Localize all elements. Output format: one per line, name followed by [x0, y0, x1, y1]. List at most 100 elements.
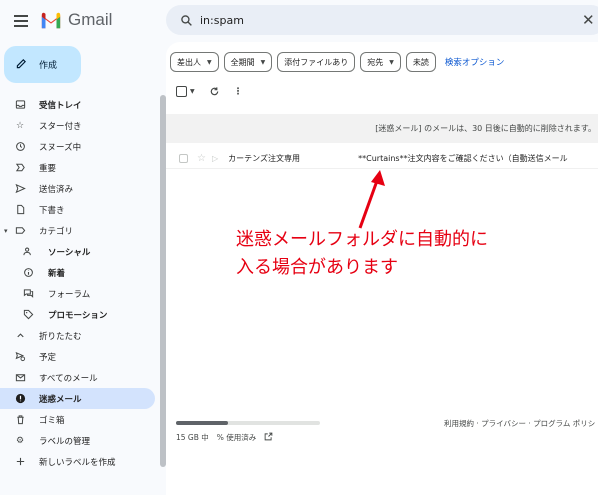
- more-options-button[interactable]: ⋮: [234, 87, 243, 97]
- sidebar-item-scheduled[interactable]: 予定: [0, 346, 155, 367]
- chip-label: 差出人: [177, 57, 201, 67]
- filter-attachment-chip[interactable]: 添付ファイルあり: [277, 52, 356, 72]
- sidebar-item-create-label[interactable]: 新しいラベルを作成: [0, 451, 155, 472]
- sidebar-item-label: ゴミ箱: [39, 415, 65, 426]
- more-vert-icon: ⋮: [233, 86, 243, 97]
- spam-info-banner: [迷惑メール] のメールは、30 日後に自動的に削除されます。: [166, 114, 598, 143]
- sidebar-item-snoozed[interactable]: スヌーズ中: [0, 136, 155, 157]
- sidebar-item-trash[interactable]: ゴミ箱: [0, 409, 155, 430]
- storage-fill: [176, 421, 228, 425]
- compose-button[interactable]: 作成: [4, 46, 81, 83]
- sidebar-item-starred[interactable]: ☆ スター付き: [0, 115, 155, 136]
- filter-to-chip[interactable]: 宛先 ▼: [360, 52, 401, 72]
- label-icon: [14, 225, 26, 237]
- row-checkbox[interactable]: [179, 154, 188, 163]
- compose-label: 作成: [39, 61, 58, 71]
- message-subject: **Curtains**注文内容をご確認ください（自動送信メール: [358, 154, 568, 163]
- plus-icon: [14, 456, 26, 468]
- chip-label: 未読: [412, 57, 429, 67]
- sidebar-item-all-mail[interactable]: すべてのメール: [0, 367, 155, 388]
- dropdown-arrow-icon: ▼: [389, 58, 394, 66]
- refresh-icon: [210, 87, 218, 96]
- search-filter-chips: 差出人 ▼ 全期間 ▼ 添付ファイルあり 宛先 ▼ 未読 検索オプション: [170, 52, 504, 72]
- sidebar-item-label: プロモーション: [48, 310, 108, 321]
- all-mail-icon: [14, 372, 26, 384]
- storage-used: 15 GB 中: [176, 433, 209, 442]
- message-sender: カーテンズ注文専用: [228, 154, 300, 163]
- search-bar[interactable]: ✕: [166, 5, 598, 35]
- open-in-new-icon[interactable]: [264, 432, 273, 443]
- sidebar-item-social[interactable]: ソーシャル: [0, 241, 155, 262]
- sidebar-item-label: スター付き: [39, 121, 82, 132]
- spam-icon: [14, 393, 26, 405]
- sidebar-item-inbox[interactable]: 受信トレイ: [0, 94, 155, 115]
- star-icon: ☆: [15, 120, 25, 131]
- footer-links[interactable]: 利用規約 · プライバシー · プログラム ポリシ: [444, 418, 595, 429]
- caret-down-icon: ▼: [190, 88, 195, 95]
- advanced-search-link[interactable]: 検索オプション: [445, 56, 505, 68]
- annotation-arrow: [358, 170, 385, 229]
- sidebar-item-label: 折りたたむ: [39, 331, 82, 342]
- caret-down-icon[interactable]: ▾: [4, 227, 8, 235]
- annotation-line-2: 入る場合があります: [236, 256, 398, 278]
- gmail-logo[interactable]: Gmail: [40, 10, 112, 30]
- banner-text: [迷惑メール] のメールは、30 日後に自動的に削除されます。: [375, 124, 596, 133]
- filter-from-chip[interactable]: 差出人 ▼: [170, 52, 219, 72]
- pencil-icon: [16, 58, 27, 72]
- dropdown-arrow-icon: ▼: [260, 58, 266, 66]
- chip-label: 添付ファイルあり: [284, 57, 349, 67]
- sidebar-item-spam[interactable]: 迷惑メール: [0, 388, 155, 409]
- storage-progress-bar: [176, 421, 320, 425]
- sidebar-item-label: 送信済み: [39, 184, 74, 195]
- inbox-icon: [14, 99, 26, 111]
- filter-unread-chip[interactable]: 未読: [405, 52, 436, 72]
- sidebar-item-label: ソーシャル: [48, 247, 91, 258]
- sidebar-item-sent[interactable]: 送信済み: [0, 178, 155, 199]
- sidebar-item-promotions[interactable]: プロモーション: [0, 304, 155, 325]
- select-all-checkbox[interactable]: ▼: [176, 86, 195, 97]
- chip-label: 全期間: [230, 57, 255, 67]
- sidebar-item-manage-labels[interactable]: ⚙ ラベルの管理: [0, 430, 155, 451]
- sidebar-item-label: 迷惑メール: [39, 394, 82, 405]
- scheduled-icon: [14, 351, 26, 363]
- important-marker-icon[interactable]: ▷: [212, 154, 218, 163]
- refresh-button[interactable]: [209, 86, 220, 97]
- sidebar-item-label: 下書き: [39, 205, 65, 216]
- search-icon[interactable]: [172, 5, 200, 35]
- list-toolbar: ▼ ⋮: [176, 86, 243, 97]
- search-input[interactable]: [200, 13, 560, 27]
- clock-icon: [14, 141, 26, 153]
- app-name: Gmail: [68, 10, 113, 29]
- sidebar-item-collapse[interactable]: 折りたたむ: [0, 325, 155, 346]
- star-icon[interactable]: ☆: [197, 153, 206, 164]
- gmail-m-icon: [41, 12, 61, 29]
- sidebar-item-label: すべてのメール: [39, 373, 98, 384]
- draft-icon: [14, 204, 26, 216]
- sidebar-item-forums[interactable]: フォーラム: [0, 283, 155, 304]
- table-row[interactable]: ☆ ▷ カーテンズ注文専用 **Curtains**注文内容をご確認ください（自…: [166, 149, 598, 169]
- tag-icon: [22, 309, 34, 321]
- sidebar-item-label: 新しいラベルを作成: [39, 457, 116, 468]
- annotation-line-1: 迷惑メールフォルダに自動的に: [236, 229, 488, 250]
- important-icon: [14, 162, 26, 174]
- checkbox-icon: [176, 86, 187, 97]
- sidebar-item-label: 重要: [39, 163, 57, 174]
- main-menu-button[interactable]: [10, 10, 32, 32]
- sidebar-item-updates[interactable]: 新着: [0, 262, 155, 283]
- chip-label: 宛先: [367, 57, 384, 67]
- people-icon: [22, 246, 34, 258]
- sidebar-item-label: 予定: [39, 352, 57, 363]
- sidebar-item-drafts[interactable]: 下書き: [0, 199, 155, 220]
- sidebar-item-label: フォーラム: [48, 289, 91, 300]
- sidebar-item-important[interactable]: 重要: [0, 157, 155, 178]
- sidebar-item-categories[interactable]: ▾ カテゴリ: [0, 220, 155, 241]
- chevron-up-icon: [14, 330, 26, 342]
- gear-icon: ⚙: [15, 435, 25, 446]
- sidebar-item-label: 受信トレイ: [39, 100, 82, 111]
- annotation-text: 迷惑メールフォルダに自動的に 入る場合があります: [236, 226, 488, 282]
- sidebar-item-label: カテゴリ: [39, 226, 74, 237]
- sidebar-item-label: スヌーズ中: [39, 142, 82, 153]
- dropdown-arrow-icon: ▼: [207, 58, 212, 66]
- filter-time-chip[interactable]: 全期間 ▼: [223, 52, 273, 72]
- clear-search-icon[interactable]: ✕: [582, 11, 595, 29]
